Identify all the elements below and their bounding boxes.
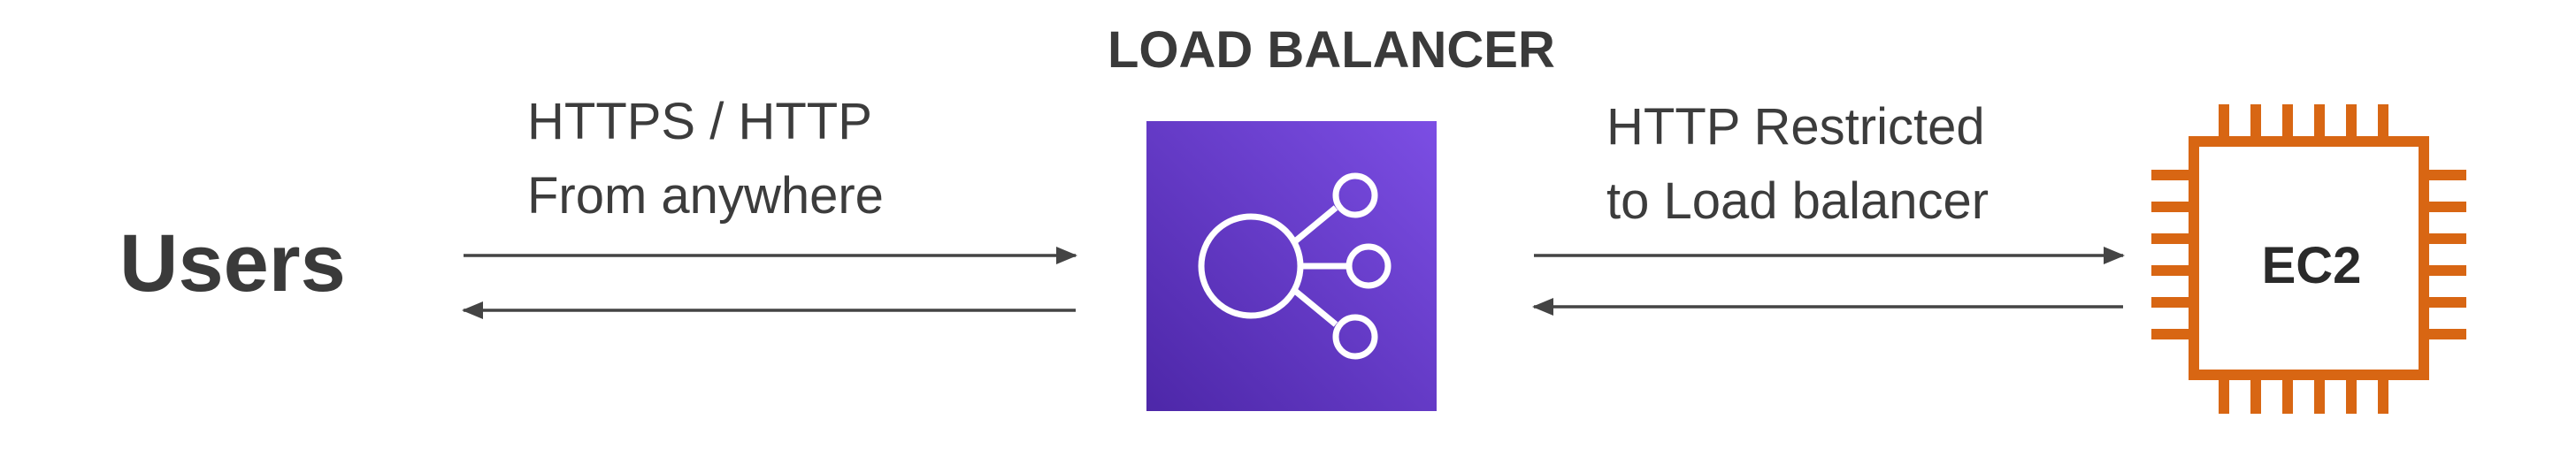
edge-label-lb-ec2: HTTP Restricted to Load balancer	[1606, 90, 1989, 239]
load-balancer-title: LOAD BALANCER	[1108, 21, 1555, 79]
edge-label-users-lb-line1: HTTPS / HTTP	[527, 93, 872, 150]
users-label: Users	[119, 218, 346, 309]
load-balancer-node	[1146, 121, 1437, 411]
edge-label-lb-ec2-line2: to Load balancer	[1606, 172, 1990, 230]
ec2-label: EC2	[2261, 237, 2362, 294]
edge-label-users-lb-line2: From anywhere	[527, 167, 884, 225]
edge-label-lb-ec2-line1: HTTP Restricted	[1606, 98, 1985, 156]
edge-label-users-lb: HTTPS / HTTP From anywhere	[527, 85, 884, 233]
elastic-load-balancing-icon	[1198, 172, 1392, 360]
